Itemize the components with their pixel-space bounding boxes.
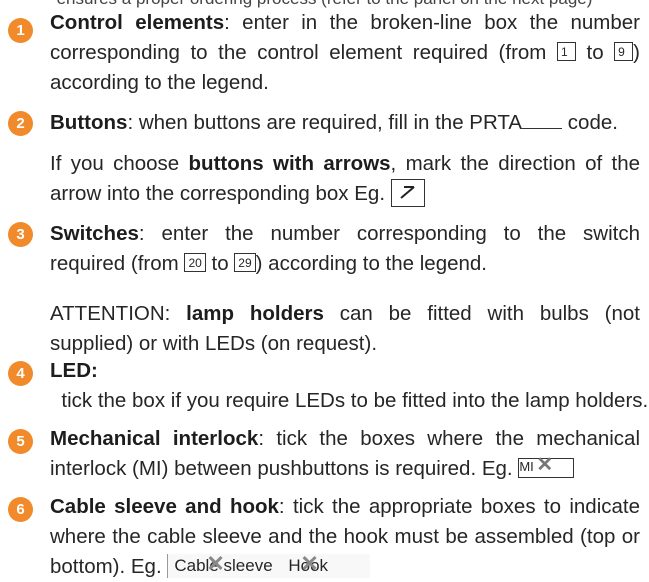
instruction-2-subtext: If you choose buttons with arrows, mark … [50, 152, 641, 207]
instruction-1-text: Control elements: enter in the broken-li… [50, 11, 640, 94]
instruction-5-text: Mechanical interlock: tick the boxes whe… [50, 427, 640, 480]
code-blank-line [522, 110, 563, 129]
tick-mark-icon: ✕ [300, 550, 319, 576]
instruction-2-text: Buttons: when buttons are required, fill… [50, 110, 618, 134]
switch-range-end: 29 [234, 253, 256, 273]
switch-range-start: 20 [184, 253, 206, 273]
top-cut-text: ensures a proper ordering process (refer… [0, 0, 649, 8]
step-badge-3: 3 [8, 222, 33, 247]
arrow-example-box [390, 178, 425, 207]
range-box-start: 1 [556, 42, 576, 62]
step-badge-5: 5 [8, 429, 33, 454]
step-badge-6: 6 [8, 497, 33, 522]
instruction-6-text: Cable sleeve and hook: tick the appropri… [50, 495, 640, 578]
mi-example-box: ✕ MI [518, 453, 575, 478]
instruction-4-title: LED: [50, 359, 98, 382]
instruction-4-text: LED: tick the box if you require LEDs to… [50, 359, 649, 412]
instruction-3-text: Switches: enter the number corresponding… [50, 222, 640, 275]
instruction-3-title: Switches [50, 222, 139, 245]
range-box-end: 9 [614, 42, 634, 62]
instruction-6-title: Cable sleeve and hook [50, 495, 279, 518]
tick-mark-icon: ✕ [536, 453, 554, 476]
tick-mark-icon: ✕ [206, 550, 225, 576]
attention-note: ATTENTION: lamp holders can be fitted wi… [50, 302, 640, 355]
diagonal-arrow-icon [400, 185, 415, 199]
instruction-1-title: Control elements [50, 11, 225, 34]
step-badge-4: 4 [8, 361, 33, 386]
cable-hook-example: Cable sleeve ✕ Hook ✕ [167, 550, 371, 578]
instruction-5-title: Mechanical interlock [50, 427, 259, 450]
step-badge-2: 2 [8, 111, 33, 136]
instruction-2-title: Buttons [50, 111, 128, 134]
step-badge-1: 1 [8, 18, 33, 43]
